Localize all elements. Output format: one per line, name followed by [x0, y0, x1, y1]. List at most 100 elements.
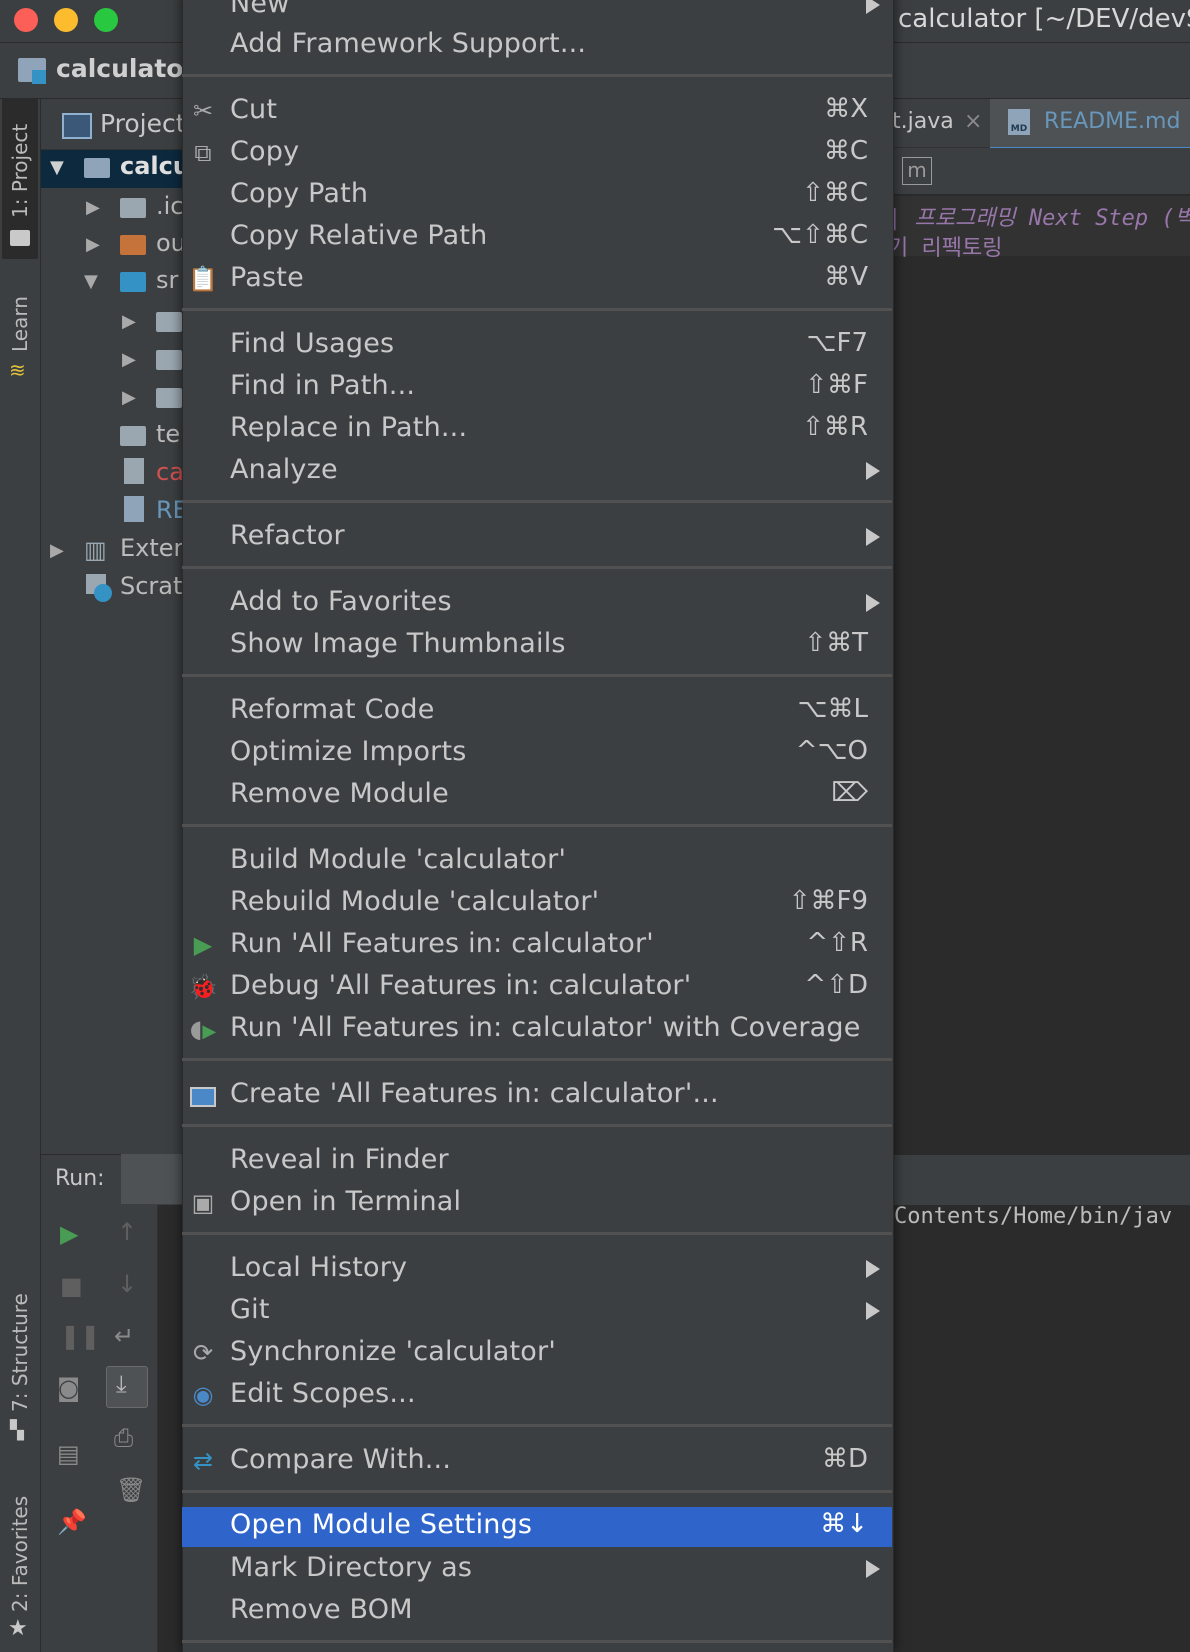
menu-item-debug-all-features[interactable]: 🐞 Debug 'All Features in: calculator' ^⇧…	[182, 968, 892, 1008]
menu-item-find-in-path[interactable]: Find in Path... ⇧⌘F	[182, 368, 892, 408]
menu-item-mark-directory-as[interactable]: Mark Directory as	[182, 1550, 892, 1590]
breadcrumb-module[interactable]: calculator	[56, 54, 196, 83]
pin-icon[interactable]: 📌	[57, 1508, 87, 1536]
editor-tab[interactable]: t.java ×	[892, 99, 988, 147]
menu-item-label: Local History	[230, 1252, 408, 1283]
down-arrow-icon[interactable]: ↓	[117, 1270, 137, 1298]
project-panel-title[interactable]: Project	[100, 109, 186, 138]
editor-line[interactable]: | 프로그래밍 Next Step (벽	[888, 200, 1190, 232]
package-icon	[156, 350, 182, 370]
rerun-icon[interactable]: ▶	[60, 1220, 78, 1248]
expand-arrow-icon[interactable]: ▶	[86, 197, 100, 218]
menu-item-new[interactable]: New	[182, 0, 892, 26]
tree-item[interactable]: calcu	[120, 152, 190, 188]
run-icon: ▶	[193, 931, 213, 959]
collapse-arrow-icon[interactable]: ▼	[84, 271, 98, 292]
menu-item-label: Edit Scopes...	[230, 1378, 416, 1409]
menu-item-open-in-terminal[interactable]: ▣ Open in Terminal	[182, 1184, 892, 1224]
stop-icon[interactable]: ■	[60, 1272, 83, 1300]
menu-separator	[182, 1640, 892, 1643]
create-configuration-icon	[188, 1080, 218, 1110]
zoom-window-button[interactable]	[94, 8, 118, 32]
menu-item-optimize-imports[interactable]: Optimize Imports ^⌥O	[182, 734, 892, 774]
tree-item[interactable]: Exter	[120, 534, 183, 570]
menu-item-shortcut: ⌥F7	[806, 328, 868, 358]
menu-item-reformat-code[interactable]: Reformat Code ⌥⌘L	[182, 692, 892, 732]
tree-item[interactable]: ca	[156, 458, 184, 494]
project-tool-tab[interactable]: 1: Project	[8, 124, 32, 218]
tree-item[interactable]: Scrat	[120, 572, 182, 608]
menu-item-local-history[interactable]: Local History	[182, 1250, 892, 1290]
menu-item-shortcut: ^⇧R	[806, 928, 868, 958]
expand-arrow-icon[interactable]: ▶	[50, 540, 64, 561]
menu-item-create-run-configuration[interactable]: Create 'All Features in: calculator'...	[182, 1076, 892, 1116]
markdown-file-icon: MD	[1008, 109, 1030, 135]
submenu-arrow-icon	[866, 1302, 880, 1320]
menu-item-label: Compare With...	[230, 1444, 452, 1475]
trash-icon[interactable]: 🗑	[116, 1476, 146, 1504]
structure-tool-tab[interactable]: 7: Structure	[8, 1293, 32, 1412]
star-icon: ★	[8, 1616, 28, 1641]
scroll-to-end-button[interactable]	[106, 1366, 148, 1408]
learn-tool-tab[interactable]: Learn	[8, 296, 32, 352]
minimize-window-button[interactable]	[54, 8, 78, 32]
menu-item-refactor[interactable]: Refactor	[182, 518, 892, 558]
menu-item-synchronize[interactable]: ⟳ Synchronize 'calculator'	[182, 1334, 892, 1374]
tree-item[interactable]: .ic	[156, 192, 184, 228]
menu-item-copy-relative-path[interactable]: Copy Relative Path ⌥⇧⌘C	[182, 218, 892, 258]
menu-item-show-image-thumbnails[interactable]: Show Image Thumbnails ⇧⌘T	[182, 626, 892, 666]
menu-item-edit-scopes[interactable]: ◉ Edit Scopes...	[182, 1376, 892, 1416]
print-icon[interactable]: ⎙	[114, 1424, 133, 1452]
editor-tab-active[interactable]: MD README.md	[990, 99, 1190, 150]
menu-item-label: Synchronize 'calculator'	[230, 1336, 556, 1367]
folder-icon	[120, 198, 146, 218]
up-arrow-icon[interactable]: ↑	[117, 1218, 137, 1246]
menu-item-compare-with[interactable]: ⇄ Compare With... ⌘D	[182, 1442, 892, 1482]
menu-item-git[interactable]: Git	[182, 1292, 892, 1332]
menu-item-label: Rebuild Module 'calculator'	[230, 886, 600, 917]
favorites-tool-tab[interactable]: 2: Favorites	[8, 1496, 32, 1612]
camera-icon[interactable]: ◙	[57, 1374, 80, 1402]
editor-line[interactable]: 기 리펙토링	[888, 230, 1002, 262]
menu-separator	[182, 566, 892, 569]
tree-item[interactable]: te	[156, 420, 180, 456]
menu-item-reveal-in-finder[interactable]: Reveal in Finder	[182, 1142, 892, 1182]
menu-item-paste[interactable]: 📋 Paste ⌘V	[182, 260, 892, 300]
menu-item-open-module-settings[interactable]: Open Module Settings ⌘↓	[182, 1507, 892, 1547]
expand-arrow-icon[interactable]: ▶	[122, 349, 136, 370]
menu-item-find-usages[interactable]: Find Usages ⌥F7	[182, 326, 892, 366]
submenu-arrow-icon	[866, 0, 880, 14]
menu-item-run-with-coverage[interactable]: ◖▶ Run 'All Features in: calculator' wit…	[182, 1010, 892, 1050]
menu-item-build-module[interactable]: Build Module 'calculator'	[182, 842, 892, 882]
menu-item-label: Remove BOM	[230, 1594, 413, 1625]
menu-item-add-to-favorites[interactable]: Add to Favorites	[182, 584, 892, 624]
soft-wrap-icon[interactable]: ↵	[114, 1322, 134, 1350]
close-window-button[interactable]	[14, 8, 38, 32]
menu-item-replace-in-path[interactable]: Replace in Path... ⇧⌘R	[182, 410, 892, 450]
expand-arrow-icon[interactable]: ▶	[122, 311, 136, 332]
menu-item-add-framework-support[interactable]: Add Framework Support...	[182, 26, 892, 66]
markdown-preview-icon[interactable]: m	[902, 157, 932, 185]
console-line[interactable]: Contents/Home/bin/jav	[894, 1204, 1172, 1229]
folder-icon	[10, 230, 30, 246]
menu-item-shortcut: ^⇧D	[804, 970, 868, 1000]
menu-item-rebuild-module[interactable]: Rebuild Module 'calculator' ⇧⌘F9	[182, 884, 892, 924]
layout-icon[interactable]: ▤	[57, 1440, 80, 1468]
run-config-tab[interactable]	[121, 1154, 191, 1204]
menu-item-label: Paste	[230, 262, 304, 293]
menu-item-run-all-features[interactable]: ▶ Run 'All Features in: calculator' ^⇧R	[182, 926, 892, 966]
menu-item-copy-path[interactable]: Copy Path ⇧⌘C	[182, 176, 892, 216]
tree-item[interactable]: sr	[156, 266, 178, 302]
collapse-arrow-icon[interactable]: ▼	[50, 157, 64, 178]
editor-toolbar	[892, 148, 1190, 194]
menu-item-cut[interactable]: ✂ Cut ⌘X	[182, 92, 892, 132]
expand-arrow-icon[interactable]: ▶	[122, 387, 136, 408]
menu-item-remove-module[interactable]: Remove Module ⌦	[182, 776, 892, 816]
module-folder-icon	[84, 158, 110, 178]
pause-icon[interactable]: ❚❚	[60, 1322, 100, 1350]
menu-item-remove-bom[interactable]: Remove BOM	[182, 1592, 892, 1632]
expand-arrow-icon[interactable]: ▶	[86, 234, 100, 255]
menu-item-analyze[interactable]: Analyze	[182, 452, 892, 492]
menu-item-copy[interactable]: ⧉ Copy ⌘C	[182, 134, 892, 174]
close-tab-icon[interactable]: ×	[964, 109, 982, 134]
